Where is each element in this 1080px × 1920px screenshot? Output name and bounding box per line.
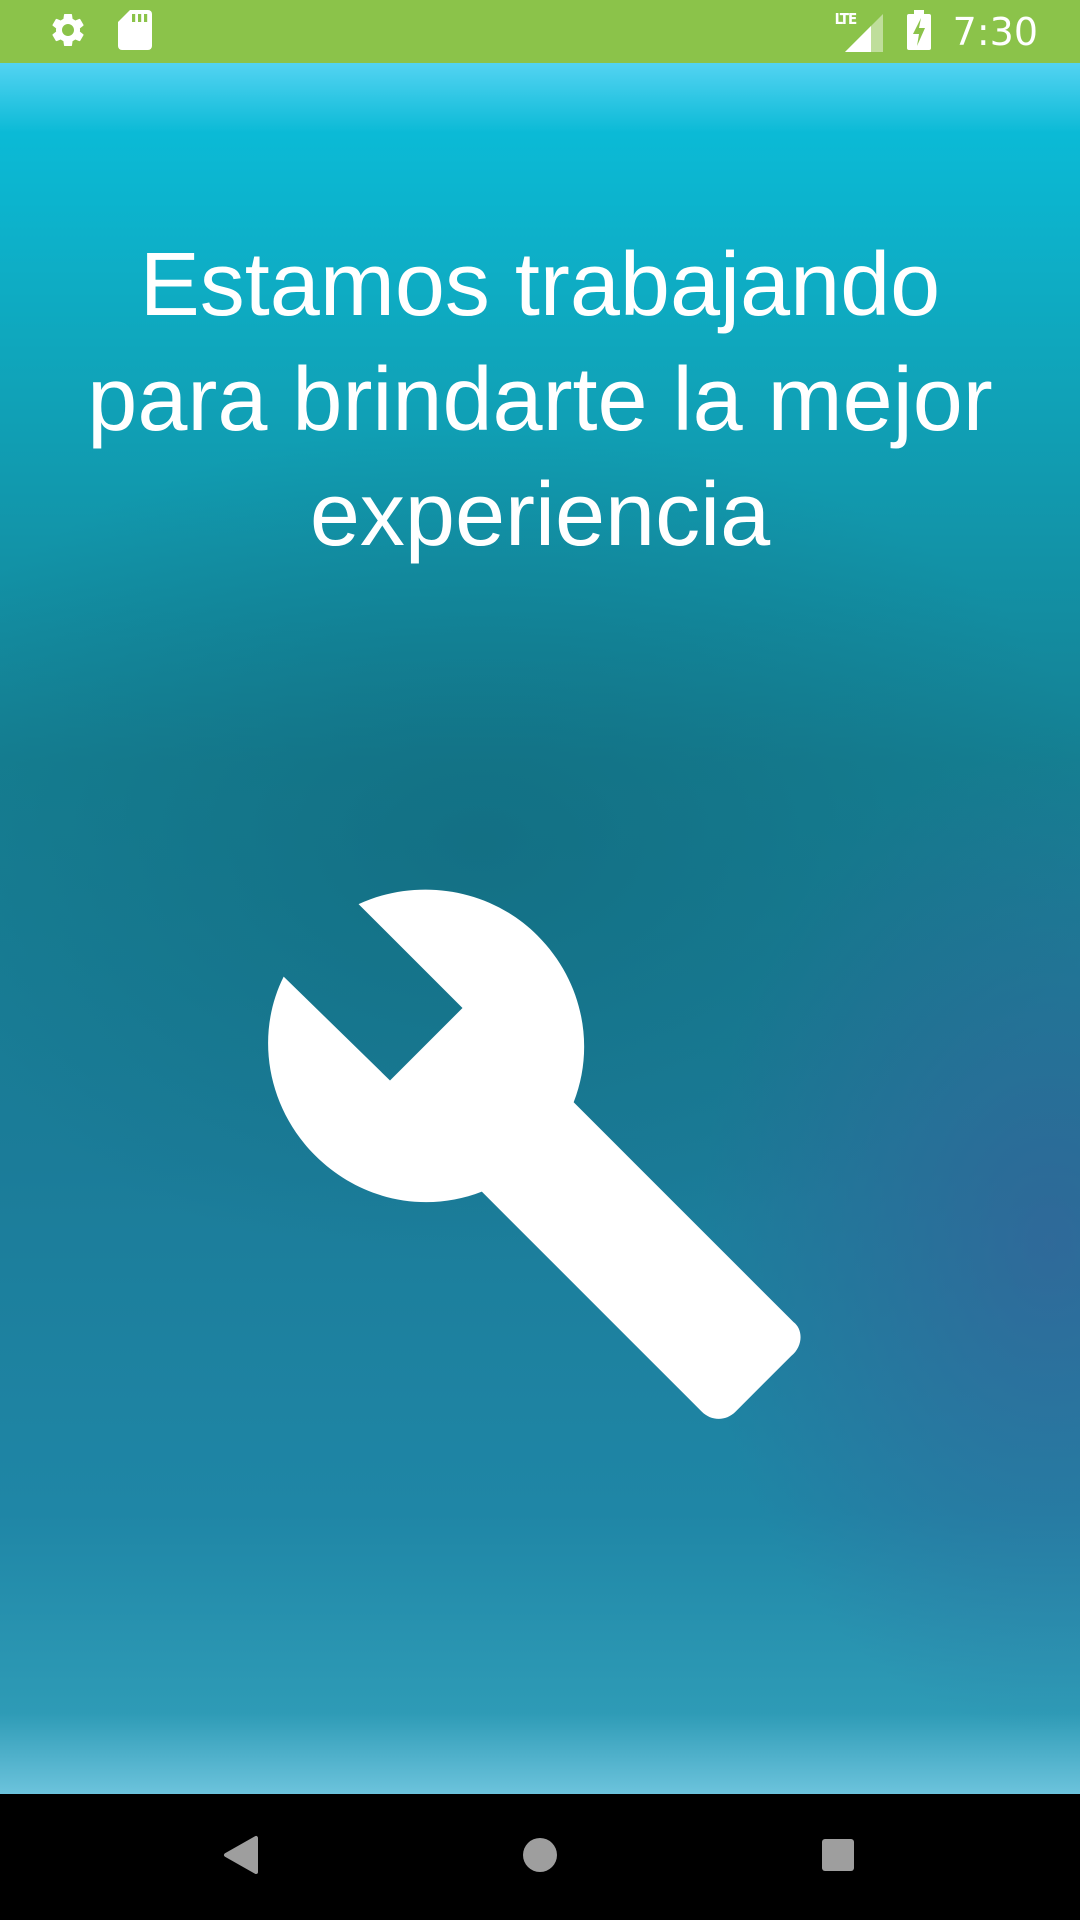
status-bar-right: LTE 7:30 (835, 8, 1038, 56)
battery-charging-icon (906, 10, 931, 54)
recents-button[interactable] (803, 1822, 873, 1892)
status-bar: LTE 7:30 (0, 0, 1080, 63)
maintenance-screen: LTE 7:30 Estamos trabajando para brindar… (0, 0, 1080, 1920)
home-circle-icon (522, 1837, 558, 1877)
maintenance-message: Estamos trabajando para brindarte la mej… (87, 235, 993, 565)
clock: 7:30 (952, 10, 1038, 54)
home-button[interactable] (505, 1822, 575, 1892)
wrench-icon (245, 863, 825, 1443)
recents-square-icon (821, 1838, 855, 1876)
lte-signal-icon: LTE (835, 10, 885, 54)
network-type: LTE (834, 10, 858, 28)
navigation-bar (0, 1794, 1080, 1920)
back-triangle-icon (222, 1835, 258, 1879)
status-bar-left (48, 10, 152, 54)
back-button[interactable] (205, 1822, 275, 1892)
sd-card-icon (118, 10, 152, 54)
main-content: Estamos trabajando para brindarte la mej… (0, 63, 1080, 1794)
gear-icon (48, 10, 88, 54)
